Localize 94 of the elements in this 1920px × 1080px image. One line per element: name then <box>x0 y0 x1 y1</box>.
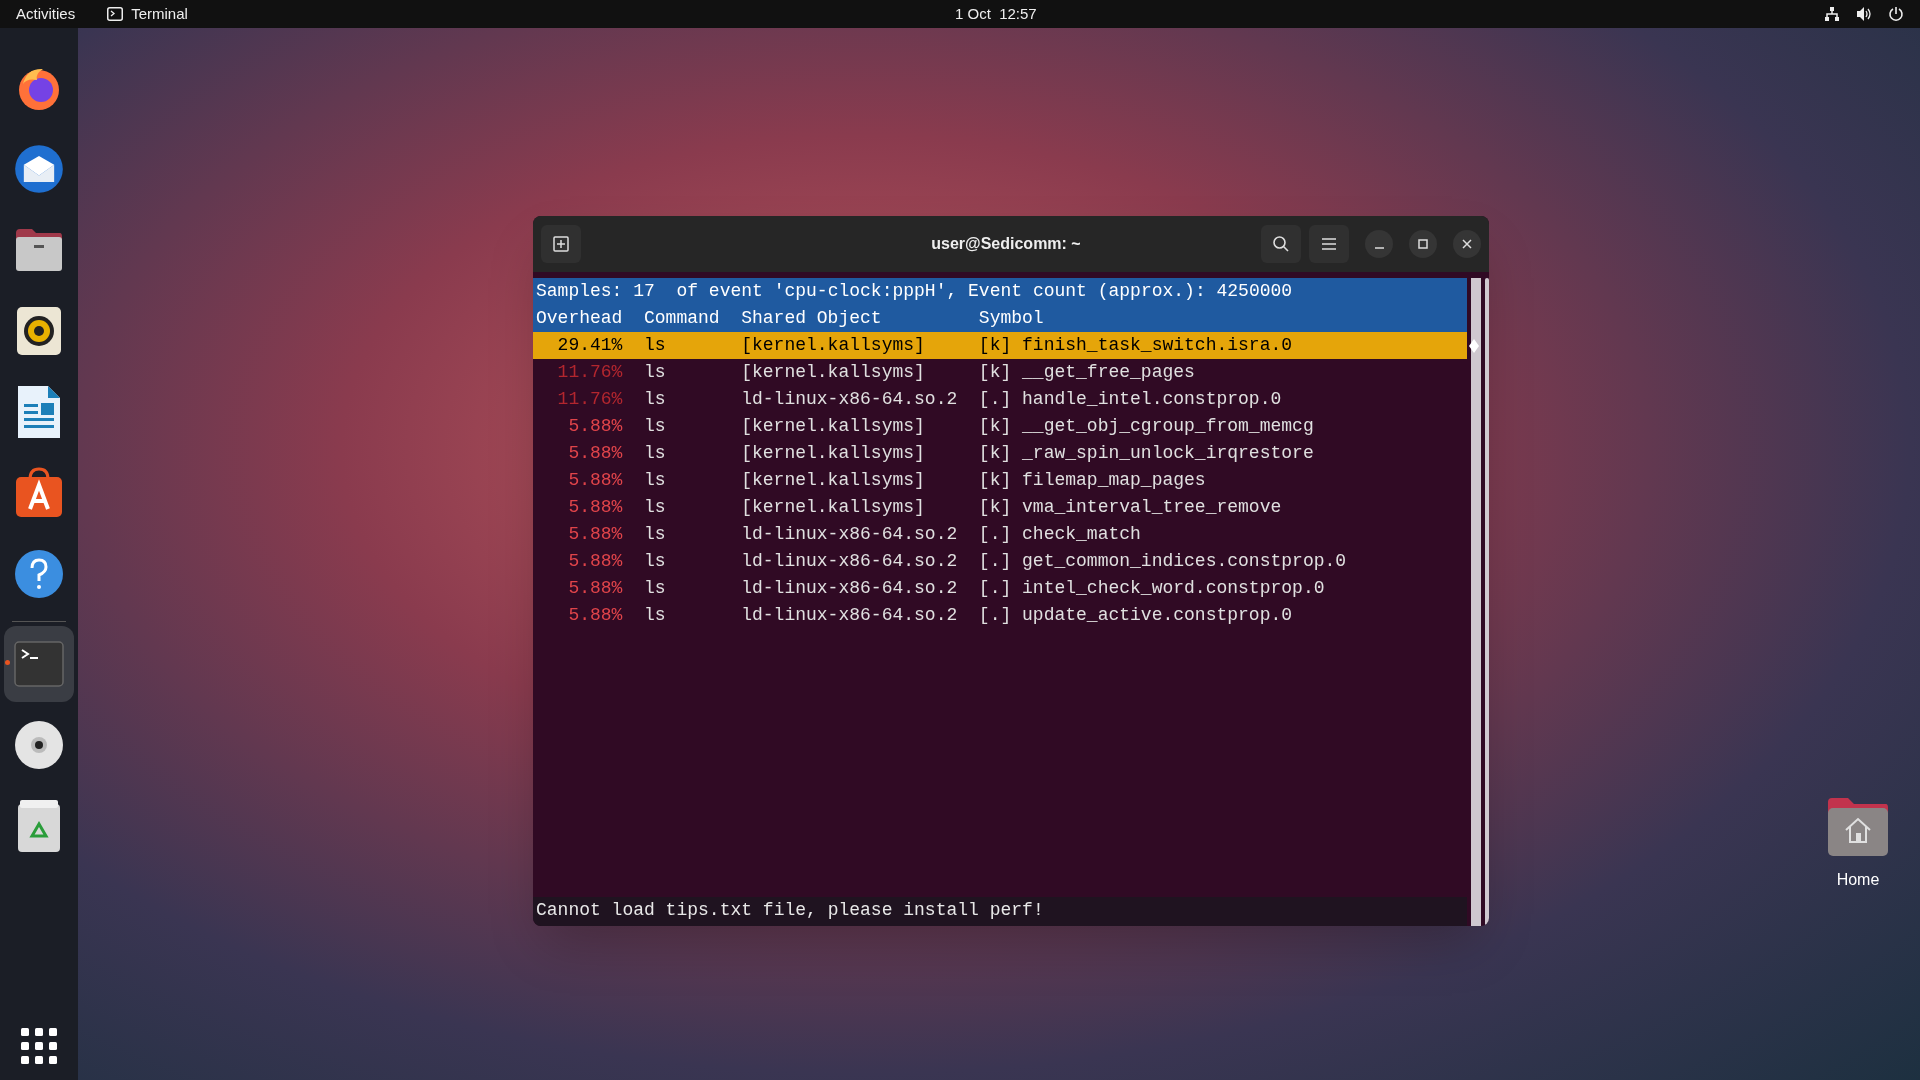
symbol-cell-text: [k] __get_obj_cgroup_from_memcg <box>978 415 1314 438</box>
command-cell-text: ls <box>644 334 667 357</box>
desktop-icon[interactable]: Home <box>1813 796 1903 892</box>
overhead-cell-text: 5.88% <box>567 604 623 627</box>
command-cell-text: ls <box>644 523 667 546</box>
shared-object-cell-text: ld-linux-x86-64.so.2 <box>741 388 959 411</box>
report-row[interactable]: 11.76% ls [kernel.kallsyms] [k] __get_free_pages <box>533 359 1467 386</box>
mail-icon <box>13 143 65 195</box>
speaker-icon <box>17 307 61 355</box>
app-grid-icon[interactable] <box>21 1028 57 1064</box>
report-row[interactable]: 11.76% ls ld-linux-x86-64.so.2 [.] handle_intel.constprop.0 <box>533 386 1467 413</box>
terminal-icon <box>14 641 64 687</box>
overhead-cell-text: 5.88% <box>567 496 623 519</box>
network-icon[interactable] <box>1824 6 1840 22</box>
column-header: Command <box>644 307 721 330</box>
command-cell-text: ls <box>644 388 667 411</box>
power-icon[interactable] <box>1888 6 1904 22</box>
shared-object-cell-text: [kernel.kallsyms] <box>741 361 926 384</box>
overhead-cell-text: 5.88% <box>567 415 623 438</box>
command-cell-text: ls <box>644 550 667 573</box>
report-row[interactable]: 5.88% ls [kernel.kallsyms] [k] vma_interval_tree_remove <box>533 494 1467 521</box>
symbol-cell-text: [k] vma_interval_tree_remove <box>978 496 1282 519</box>
window-title: user@Sedicomm: ~ <box>931 234 1081 254</box>
report-row[interactable]: 5.88% ls [kernel.kallsyms] [k] __get_obj_cgroup_from_memcg <box>533 413 1467 440</box>
close-icon <box>1462 239 1472 249</box>
shared-object-cell-text: [kernel.kallsyms] <box>741 415 926 438</box>
search-icon <box>1272 235 1290 253</box>
overhead-cell-text: 11.76% <box>556 361 623 384</box>
report-row[interactable]: 5.88% ls ld-linux-x86-64.so.2 [.] check_match <box>533 521 1467 548</box>
running-indicator <box>5 660 10 665</box>
new-tab-button[interactable] <box>541 225 581 263</box>
terminal-icon <box>107 7 124 21</box>
folder-icon <box>14 227 64 273</box>
new-tab-icon <box>553 236 569 252</box>
minimize-button[interactable] <box>1365 230 1393 258</box>
overhead-cell-text: 5.88% <box>567 577 623 600</box>
command-cell-text: ls <box>644 469 667 492</box>
maximize-icon <box>1418 239 1428 249</box>
command-cell-text: ls <box>644 415 667 438</box>
symbol-cell-text: [.] intel_check_word.constprop.0 <box>978 577 1325 600</box>
command-cell-text: ls <box>644 496 667 519</box>
report-row[interactable]: 5.88% ls ld-linux-x86-64.so.2 [.] get_common_indices.constprop.0 <box>533 548 1467 575</box>
activities-button[interactable]: Activities <box>16 2 76 26</box>
maximize-button[interactable] <box>1409 230 1437 258</box>
symbol-cell-text: [k] __get_free_pages <box>978 361 1195 384</box>
shared-object-cell-text: ld-linux-x86-64.so.2 <box>741 604 959 627</box>
disc-icon <box>14 720 64 770</box>
symbol-cell-text: [.] get_common_indices.constprop.0 <box>978 550 1347 573</box>
overhead-cell-text: 5.88% <box>567 550 623 573</box>
overhead-cell-text: 29.41% <box>556 334 623 357</box>
shared-object-cell-text: [kernel.kallsyms] <box>741 334 926 357</box>
document-icon <box>18 386 60 438</box>
shared-object-cell-text: ld-linux-x86-64.so.2 <box>741 550 959 573</box>
column-header: Shared Object <box>741 307 883 330</box>
column-header: Overhead <box>536 307 623 330</box>
shared-object-cell-text: [kernel.kallsyms] <box>741 469 926 492</box>
help-icon <box>14 549 64 599</box>
column-header: Symbol <box>978 307 1044 330</box>
close-button[interactable] <box>1453 230 1481 258</box>
symbol-cell-text: [k] filemap_map_pages <box>978 469 1206 492</box>
symbol-cell-text: [.] update_active.constprop.0 <box>978 604 1293 627</box>
trash-icon <box>18 800 60 852</box>
symbol-cell-text: [.] handle_intel.constprop.0 <box>978 388 1282 411</box>
report-row[interactable]: 5.88% ls ld-linux-x86-64.so.2 [.] intel_check_word.constprop.0 <box>533 575 1467 602</box>
menu-icon <box>1322 238 1336 250</box>
shopping-bag-icon <box>14 467 64 519</box>
desktop-icon-label: Home <box>1836 870 1880 890</box>
menu-button[interactable] <box>1309 225 1349 263</box>
shared-object-cell-text: ld-linux-x86-64.so.2 <box>741 577 959 600</box>
overhead-cell-text: 11.76% <box>556 388 623 411</box>
shared-object-cell-text: [kernel.kallsyms] <box>741 496 926 519</box>
overhead-cell-text: 5.88% <box>567 442 623 465</box>
report-row[interactable]: 5.88% ls [kernel.kallsyms] [k] _raw_spin_unlock_irqrestore <box>533 440 1467 467</box>
overhead-cell-text: 5.88% <box>567 469 623 492</box>
app-menu[interactable]: Terminal <box>107 2 188 26</box>
selection-marker-icon <box>1469 339 1479 353</box>
report-row[interactable]: 5.88% ls ld-linux-x86-64.so.2 [.] update_active.constprop.0 <box>533 602 1467 629</box>
report-row[interactable]: 5.88% ls [kernel.kallsyms] [k] filemap_map_pages <box>533 467 1467 494</box>
command-cell-text: ls <box>644 577 667 600</box>
command-cell-text: ls <box>644 604 667 627</box>
overhead-cell-text: 5.88% <box>567 523 623 546</box>
search-button[interactable] <box>1261 225 1301 263</box>
symbol-cell-text: [.] check_match <box>978 523 1141 546</box>
minimize-icon <box>1374 247 1384 249</box>
volume-icon[interactable] <box>1856 6 1872 22</box>
symbol-cell-text: [k] _raw_spin_unlock_irqrestore <box>978 442 1314 465</box>
command-cell-text: ls <box>644 361 667 384</box>
shared-object-cell-text: ld-linux-x86-64.so.2 <box>741 523 959 546</box>
shared-object-cell-text: [kernel.kallsyms] <box>741 442 926 465</box>
symbol-cell-text: [k] finish_task_switch.isra.0 <box>978 334 1293 357</box>
home-folder-icon <box>1826 796 1890 858</box>
summary-line: Samples: 17 of event 'cpu-clock:pppH', Event count (approx.): 4250000 <box>535 280 1294 303</box>
command-cell-text: ls <box>644 442 667 465</box>
clock[interactable]: 1 Oct 12:57 <box>955 2 1037 26</box>
